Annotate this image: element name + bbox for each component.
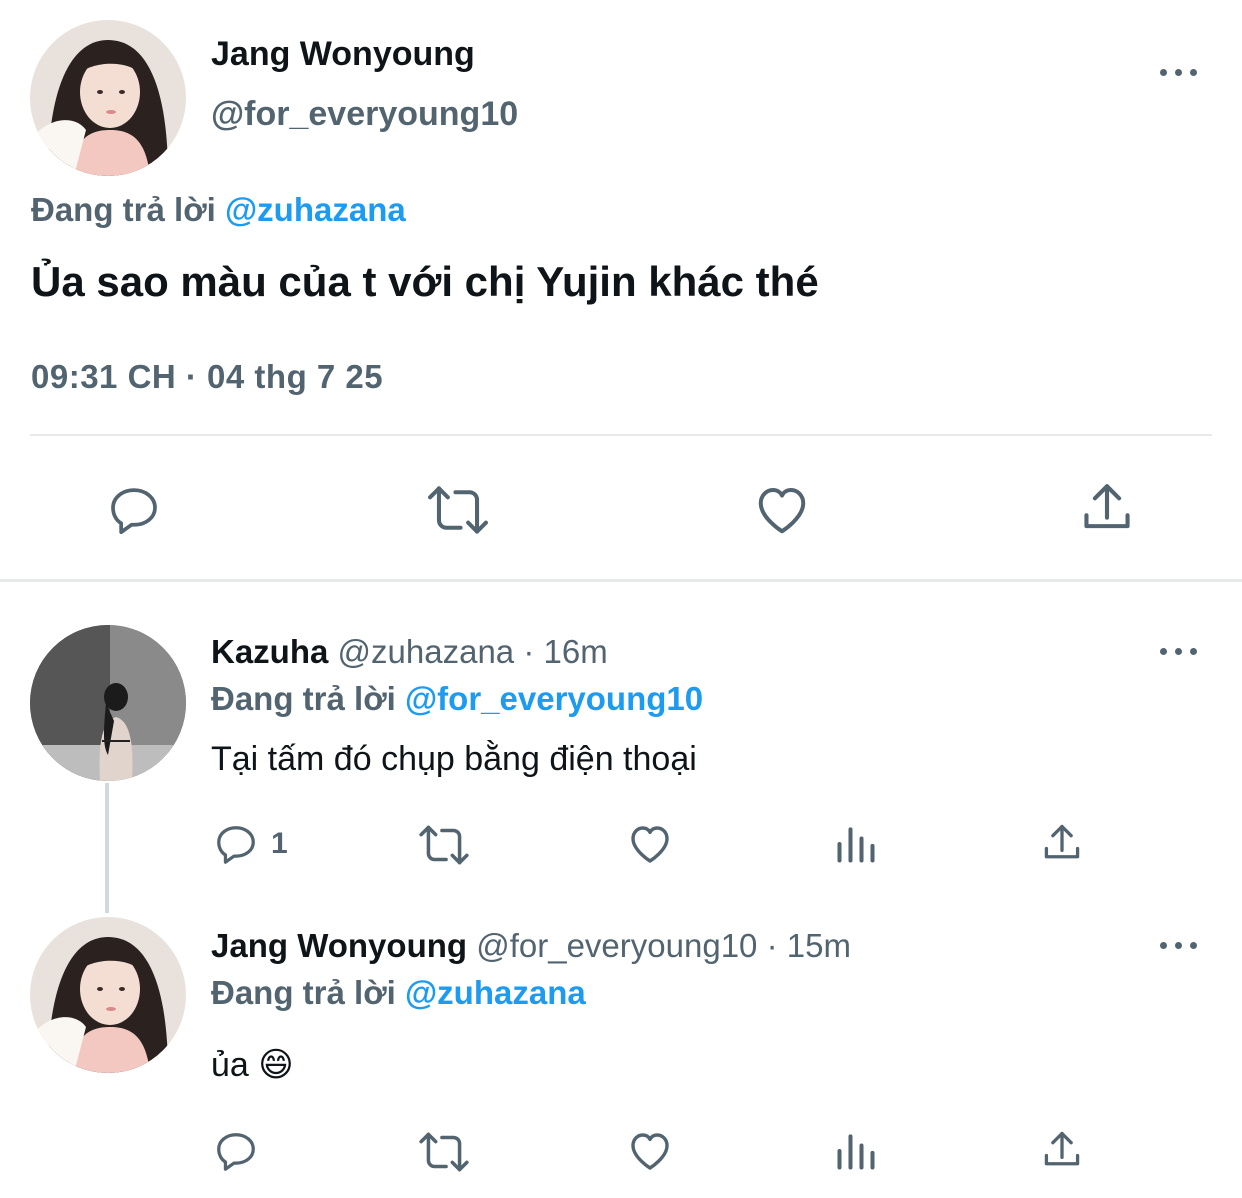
reply2-author-name[interactable]: Jang Wonyoung: [211, 927, 467, 964]
reply1-reply-icon[interactable]: [213, 821, 259, 867]
reply-prefix: Đang trả lời: [31, 191, 216, 228]
reply1-avatar[interactable]: [30, 625, 186, 781]
reply1-more-icon[interactable]: [1160, 645, 1200, 657]
main-divider: [30, 434, 1212, 436]
reply-to-link[interactable]: @for_everyoung10: [405, 680, 703, 717]
retweet-icon[interactable]: [425, 482, 491, 538]
share-icon[interactable]: [1078, 478, 1136, 538]
main-tweet-text: Ủa sao màu của t với chị Yujin khác thé: [31, 258, 819, 305]
main-author-name[interactable]: Jang Wonyoung: [211, 34, 475, 74]
reply2-views-icon[interactable]: [834, 1129, 878, 1173]
reply2-handle[interactable]: @for_everyoung10: [476, 927, 757, 964]
reply2-text: ủa 😄: [211, 1046, 294, 1084]
reply2-retweet-icon[interactable]: [417, 1129, 471, 1175]
reply2-avatar[interactable]: [30, 917, 186, 1073]
reply2-reply-context: Đang trả lời @zuhazana: [211, 973, 586, 1013]
reply1-header: Kazuha @zuhazana · 16m: [211, 632, 608, 672]
section-divider: [0, 579, 1242, 582]
reply1-views-icon[interactable]: [834, 822, 878, 866]
reply2-time[interactable]: · 15m: [767, 927, 851, 964]
reply-to-link[interactable]: @zuhazana: [405, 974, 586, 1011]
reply1-time[interactable]: · 16m: [523, 633, 607, 670]
reply1-handle[interactable]: @zuhazana: [338, 633, 515, 670]
main-author-handle[interactable]: @for_everyoung10: [211, 94, 518, 134]
reply1-reply-context: Đang trả lời @for_everyoung10: [211, 679, 703, 719]
like-icon[interactable]: [752, 480, 812, 540]
reply1-share-icon[interactable]: [1040, 820, 1084, 866]
reply-prefix: Đang trả lời: [211, 680, 396, 717]
reply-to-link[interactable]: @zuhazana: [225, 191, 406, 228]
reply2-like-icon[interactable]: [626, 1127, 674, 1175]
reply1-reply-count: 1: [271, 827, 288, 860]
reply-prefix: Đang trả lời: [211, 974, 396, 1011]
reply1-author-name[interactable]: Kazuha: [211, 633, 328, 670]
main-avatar[interactable]: [30, 20, 186, 176]
reply2-reply-icon[interactable]: [213, 1128, 259, 1174]
reply2-more-icon[interactable]: [1160, 939, 1200, 951]
reply1-retweet-icon[interactable]: [417, 822, 471, 868]
main-more-icon[interactable]: [1160, 66, 1200, 78]
reply2-share-icon[interactable]: [1040, 1127, 1084, 1173]
reply-icon[interactable]: [106, 482, 162, 538]
reply2-header: Jang Wonyoung @for_everyoung10 · 15m: [211, 926, 851, 966]
reply1-text: Tại tấm đó chụp bằng điện thoại: [211, 740, 697, 778]
main-reply-context: Đang trả lời @zuhazana: [31, 190, 406, 230]
reply1-like-icon[interactable]: [626, 820, 674, 868]
main-timestamp[interactable]: 09:31 CH · 04 thg 7 25: [31, 357, 383, 397]
thread-line: [105, 783, 109, 913]
